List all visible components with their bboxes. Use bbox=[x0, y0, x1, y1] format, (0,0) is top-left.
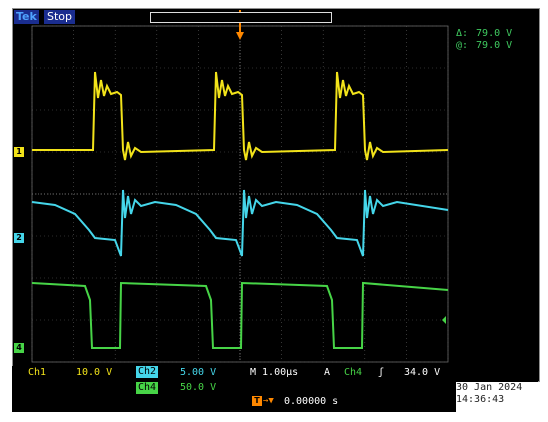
at-symbol: @: bbox=[456, 40, 469, 51]
trigger-level[interactable]: 34.0 V bbox=[404, 367, 440, 379]
time-text: 14:36:43 bbox=[456, 394, 505, 405]
ch2-ground-marker[interactable]: 2 bbox=[14, 233, 24, 243]
trigger-mode: A bbox=[324, 367, 331, 378]
oscilloscope-display: Tek Stop Δ: 79.0 V @: 79.0 V 1 2 4 Ch1 1… bbox=[0, 0, 548, 422]
trigger-level-arrow-icon bbox=[442, 316, 446, 324]
ch1-ground-marker[interactable]: 1 bbox=[14, 147, 24, 157]
date-text: 30 Jan 2024 bbox=[456, 382, 523, 393]
date-time-display: 30 Jan 2024 14:36:43 bbox=[456, 382, 546, 412]
ch2-scale[interactable]: 5.00 V bbox=[180, 367, 216, 379]
cursor-at-readout: @: 79.0 V bbox=[456, 40, 512, 52]
timebase-readout[interactable]: M 1.00µs bbox=[250, 367, 298, 379]
ch4-scale[interactable]: 50.0 V bbox=[180, 382, 216, 394]
trigger-arrow-icon bbox=[236, 32, 244, 40]
ch4-ground-marker[interactable]: 4 bbox=[14, 343, 24, 353]
at-value: 79.0 V bbox=[476, 40, 513, 51]
trigger-slope-icon[interactable]: ʃ bbox=[378, 367, 384, 379]
trigger-source[interactable]: Ch4 bbox=[344, 367, 362, 379]
ch1-scale[interactable]: 10.0 V bbox=[76, 367, 112, 379]
acquisition-state: Stop bbox=[44, 10, 76, 24]
brand-logo: Tek bbox=[14, 10, 39, 24]
ch1-label[interactable]: Ch1 bbox=[28, 367, 46, 379]
ch4-label[interactable]: Ch4 bbox=[136, 382, 159, 394]
trigger-position-icon[interactable]: T bbox=[252, 396, 262, 406]
record-length-bar bbox=[150, 12, 332, 23]
ch2-label[interactable]: Ch2 bbox=[136, 366, 159, 378]
waveform-canvas bbox=[31, 10, 449, 363]
trigger-position-arrow-icon: →▼ bbox=[263, 396, 274, 406]
delta-symbol: Δ: bbox=[456, 28, 469, 39]
trigger-position-value[interactable]: 0.00000 s bbox=[280, 395, 368, 409]
cursor-delta-readout: Δ: 79.0 V bbox=[456, 28, 512, 40]
delta-value: 79.0 V bbox=[476, 28, 513, 39]
